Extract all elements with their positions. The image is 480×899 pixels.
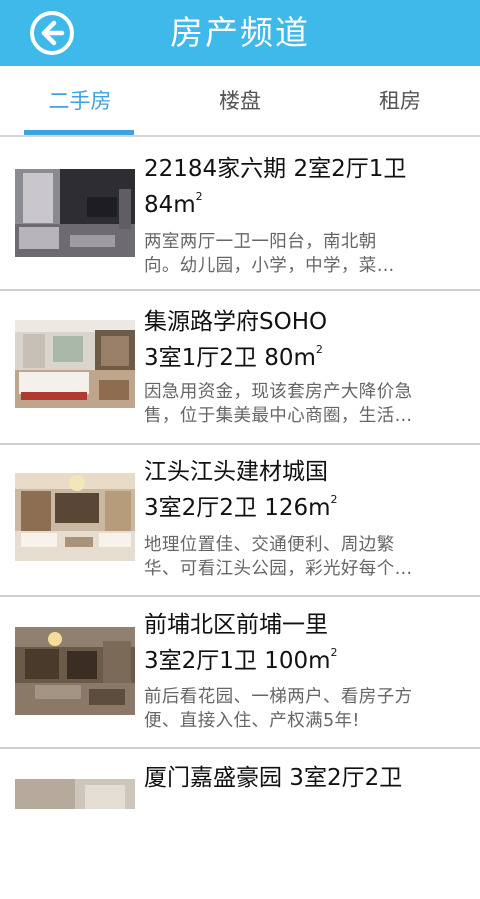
list-item[interactable]: 22184家六期 2室2厅1卫 84m2 两室两厅一卫一阳台，南北朝 向。幼儿园，…	[0, 137, 480, 291]
list-item[interactable]: 集源路学府SOHO 3室1厅2卫 80m2 因急用资金，现该套房产大降价急 售，位…	[0, 291, 480, 445]
listing-title: 集源路学府SOHO 3室1厅2卫 80m2	[144, 309, 328, 371]
list-item[interactable]: 江头江头建材城国 3室2厅2卫 126m2 地理位置佳、交通便利、周边繁 华、可看…	[0, 443, 480, 597]
active-tab-indicator	[24, 130, 134, 135]
bedroom-photo	[15, 320, 135, 408]
listing-description: 地理位置佳、交通便利、周边繁 华、可看江头公园，彩光好每个…	[144, 535, 413, 579]
room-photo	[15, 779, 135, 809]
listing-description: 两室两厅一卫一阳台，南北朝 向。幼儿园，小学，中学，菜…	[144, 232, 395, 276]
list-item[interactable]: 厦门嘉盛豪园 3室2厅2卫	[0, 747, 480, 899]
dining-room-photo	[15, 627, 135, 715]
tab-new-homes[interactable]: 楼盘	[160, 66, 320, 135]
decorated-living-room-photo	[15, 473, 135, 561]
page-title: 房产频道	[170, 13, 310, 52]
app-header: 房产频道	[0, 0, 480, 66]
living-room-photo	[15, 169, 135, 257]
tab-second-hand[interactable]: 二手房	[0, 66, 160, 135]
listing-description: 因急用资金，现该套房产大降价急 售，位于集美最中心商圈，生活…	[144, 382, 413, 426]
listing-title: 江头江头建材城国 3室2厅2卫 126m2	[144, 459, 338, 521]
listing-title: 前埔北区前埔一里 3室2厅1卫 100m2	[144, 612, 338, 674]
listing-title: 厦门嘉盛豪园 3室2厅2卫	[144, 765, 403, 791]
tab-rentals[interactable]: 租房	[320, 66, 480, 135]
listing-title: 22184家六期 2室2厅1卫 84m2	[144, 156, 407, 218]
listing-description: 前后看花园、一梯两户、看房子方 便、直接入住、产权满5年!	[144, 687, 413, 731]
tab-bar: 二手房 楼盘 租房	[0, 66, 480, 137]
list-item[interactable]: 前埔北区前埔一里 3室2厅1卫 100m2 前后看花园、一梯两户、看房子方 便、直…	[0, 595, 480, 749]
